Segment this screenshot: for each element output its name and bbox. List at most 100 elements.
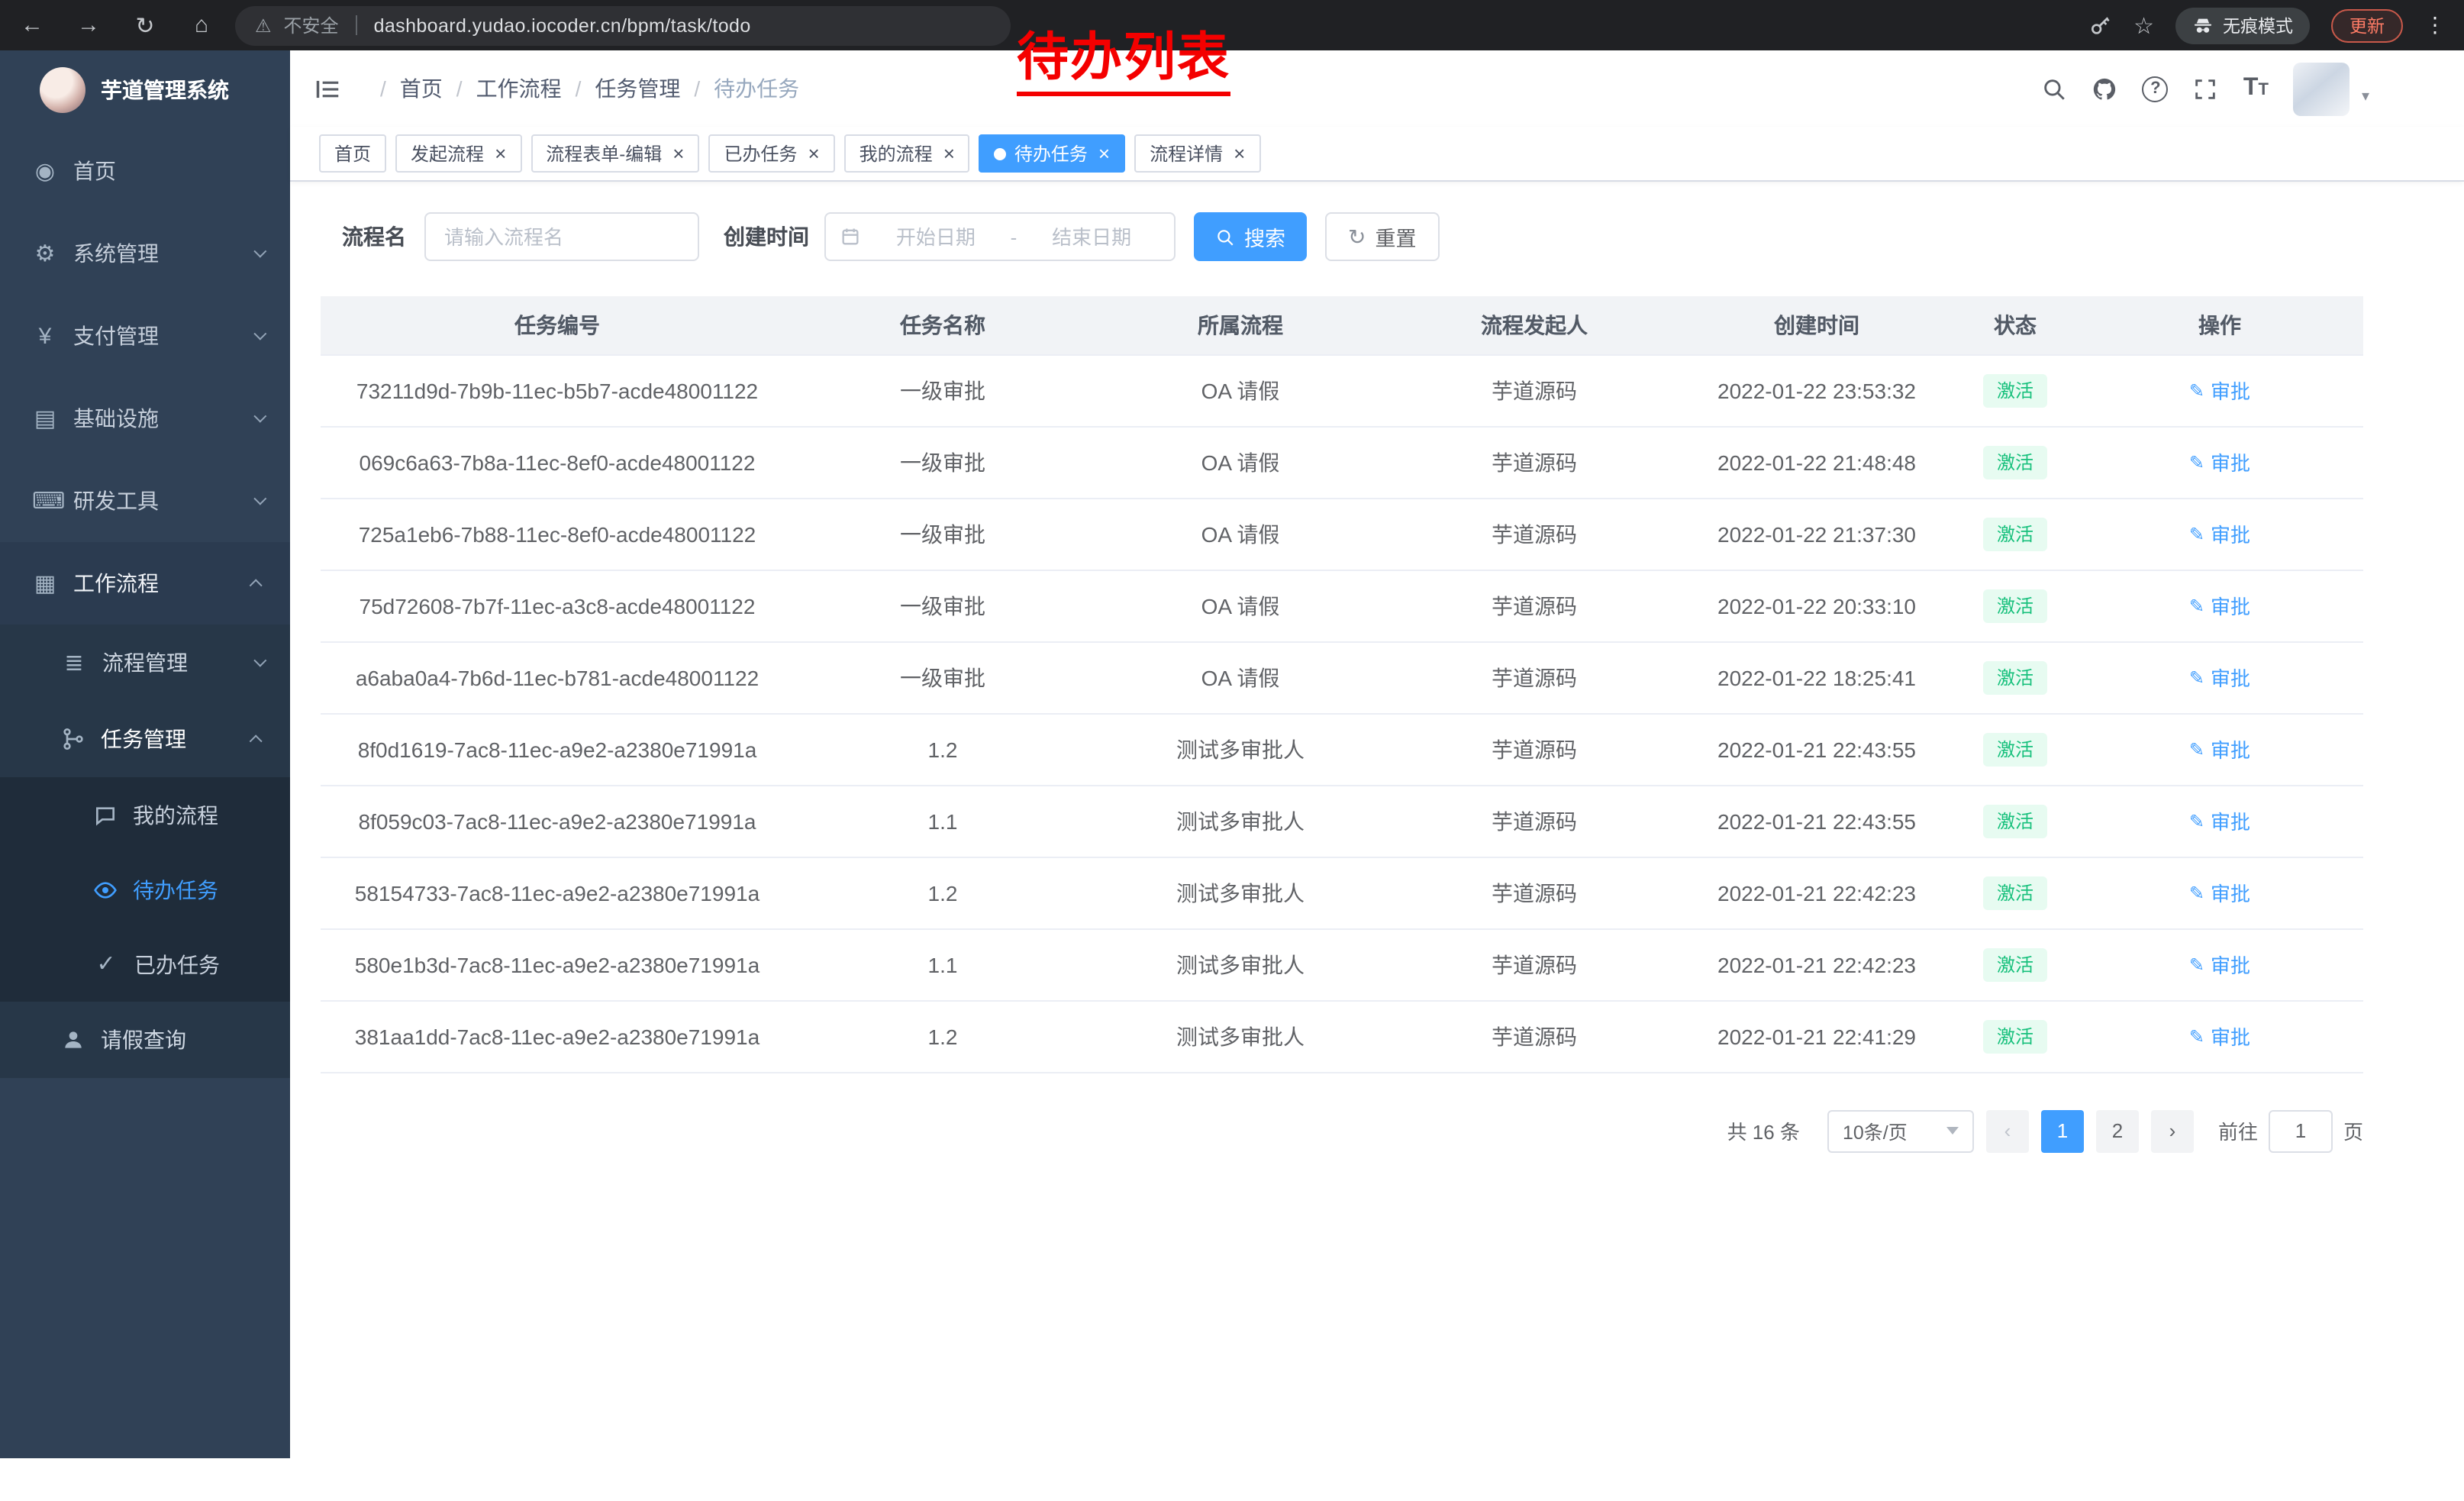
status-badge: 激活 [1983, 732, 2047, 766]
breadcrumb-label[interactable]: 首页 [400, 73, 443, 104]
cell-process: 测试多审批人 [1092, 713, 1389, 785]
browser-menu-icon[interactable]: ⋮ [2424, 12, 2446, 38]
table-row: 8f059c03-7ac8-11ec-a9e2-a2380e71991a 1.1… [321, 785, 2363, 857]
page-size-select[interactable]: 10条/页 [1827, 1109, 1974, 1152]
address-bar[interactable]: ⚠ 不安全 dashboard.yudao.iocoder.cn/bpm/tas… [235, 5, 1011, 45]
tab-close-icon[interactable]: × [1234, 144, 1245, 163]
user-avatar[interactable] [2293, 62, 2350, 115]
page-number-button[interactable]: 1 [2041, 1109, 2084, 1152]
cell-process: OA 请假 [1092, 570, 1389, 641]
back-icon[interactable]: ← [18, 12, 46, 38]
pen-icon: ✎ [2189, 1027, 2204, 1045]
tab-close-icon[interactable]: × [495, 144, 506, 163]
approve-link[interactable]: ✎ 审批 [2189, 878, 2250, 907]
next-page-button[interactable]: › [2151, 1109, 2194, 1152]
tab[interactable]: 发起流程 × [395, 134, 521, 173]
cell-task-name: 一级审批 [794, 498, 1092, 570]
sidebar-item-label: 系统管理 [73, 238, 159, 269]
top-header: / 首页 / 工作流程 / 任务管理 [290, 50, 2464, 127]
approve-link[interactable]: ✎ 审批 [2189, 950, 2250, 979]
app-root: 芋道管理系统 ◉ 首页 ⚙ 系统管理 ¥ 支付管理 ▤ [0, 50, 2464, 1501]
tab[interactable]: 已办任务 × [708, 134, 834, 173]
help-icon[interactable]: ? [2143, 76, 2169, 102]
app-logo-avatar [40, 67, 85, 113]
sidebar-item-home[interactable]: ◉ 首页 [0, 130, 290, 212]
breadcrumb-label[interactable]: 待办任务 [714, 73, 799, 104]
sidebar-item-task-mgmt[interactable]: 任务管理 [0, 701, 290, 777]
sidebar-item-process-mgmt[interactable]: ≣ 流程管理 [0, 625, 290, 701]
sidebar-item-infrastructure[interactable]: ▤ 基础设施 [0, 377, 290, 460]
tab-close-icon[interactable]: × [808, 144, 819, 163]
tabs-bar: 首页 × 发起流程 × 流程表单-编辑 × [290, 127, 2464, 182]
update-button[interactable]: 更新 [2331, 8, 2403, 42]
process-name-input[interactable] [424, 212, 699, 261]
sidebar-item-label: 工作流程 [73, 568, 159, 599]
tab[interactable]: 我的流程 × [844, 134, 970, 173]
reset-button[interactable]: ↻ 重置 [1325, 212, 1439, 261]
fullscreen-icon[interactable] [2193, 76, 2219, 102]
forward-icon[interactable]: → [75, 12, 102, 38]
chevron-down-icon [253, 654, 266, 667]
workflow-submenu: ≣ 流程管理 任务管理 我的流程 [0, 625, 290, 1078]
search-icon[interactable] [2042, 76, 2068, 102]
sidebar-item-system[interactable]: ⚙ 系统管理 [0, 212, 290, 295]
approve-link[interactable]: ✎ 审批 [2189, 663, 2250, 692]
approve-link[interactable]: ✎ 审批 [2189, 734, 2250, 763]
prev-page-button[interactable]: ‹ [1986, 1109, 2029, 1152]
approve-link[interactable]: ✎ 审批 [2189, 1022, 2250, 1051]
cell-created: 2022-01-21 22:43:55 [1679, 785, 1954, 857]
sidebar-item-my-process[interactable]: 我的流程 [0, 777, 290, 852]
tab-close-icon[interactable]: × [1098, 144, 1110, 163]
sidebar-item-leave-query[interactable]: 请假查询 [0, 1002, 290, 1078]
sidebar-item-workflow[interactable]: ▦ 工作流程 [0, 542, 290, 625]
security-label: 不安全 [284, 12, 339, 38]
page-content: 流程名 创建时间 - 搜索 ↻ 重置 [290, 182, 2464, 1152]
address-divider [356, 15, 357, 35]
breadcrumb-separator: / [694, 76, 700, 101]
cell-process: OA 请假 [1092, 426, 1389, 498]
sidebar-fold-icon[interactable] [313, 74, 342, 103]
breadcrumb-label[interactable]: 工作流程 [476, 73, 562, 104]
tab[interactable]: 流程详情 × [1134, 134, 1260, 173]
sidebar-item-todo-tasks[interactable]: 待办任务 [0, 852, 290, 927]
sidebar-item-done-tasks[interactable]: ✓ 已办任务 [0, 927, 290, 1002]
cell-action: ✎ 审批 [2076, 785, 2363, 857]
tab-close-icon[interactable]: × [672, 144, 684, 163]
cell-process: 测试多审批人 [1092, 1000, 1389, 1072]
chevron-down-icon [253, 328, 266, 341]
tab[interactable]: 首页 × [319, 134, 386, 173]
sidebar-item-payment[interactable]: ¥ 支付管理 [0, 295, 290, 377]
tab[interactable]: 待办任务 × [979, 134, 1125, 173]
start-date-input[interactable] [867, 225, 1005, 248]
tab[interactable]: 流程表单-编辑 × [531, 134, 699, 173]
sidebar-item-devtools[interactable]: ⌨ 研发工具 [0, 460, 290, 542]
reload-icon[interactable]: ↻ [131, 11, 159, 39]
approve-link[interactable]: ✎ 审批 [2189, 376, 2250, 405]
page-number-button[interactable]: 2 [2096, 1109, 2139, 1152]
column-header: 状态 [1954, 296, 2076, 354]
home-icon[interactable]: ⌂ [188, 12, 215, 38]
sidebar-item-label: 请假查询 [101, 1025, 186, 1055]
font-size-icon[interactable]: T T [2243, 76, 2269, 101]
goto-page-input[interactable] [2269, 1109, 2333, 1152]
approve-link[interactable]: ✎ 审批 [2189, 447, 2250, 476]
approve-link[interactable]: ✎ 审批 [2189, 806, 2250, 835]
approve-link[interactable]: ✎ 审批 [2189, 519, 2250, 548]
tab-close-icon[interactable]: × [943, 144, 955, 163]
breadcrumb-label[interactable]: 任务管理 [595, 73, 680, 104]
bookmark-star-icon[interactable]: ☆ [2133, 11, 2154, 39]
table-row: 069c6a63-7b8a-11ec-8ef0-acde48001122 一级审… [321, 426, 2363, 498]
search-button[interactable]: 搜索 [1194, 212, 1307, 261]
table-row: 58154733-7ac8-11ec-a9e2-a2380e71991a 1.2… [321, 857, 2363, 928]
process-name-label: 流程名 [342, 221, 406, 252]
sidebar-item-label: 流程管理 [102, 647, 188, 678]
cell-task-name: 1.2 [794, 857, 1092, 928]
end-date-input[interactable] [1023, 225, 1160, 248]
approve-link[interactable]: ✎ 审批 [2189, 591, 2250, 620]
avatar-caret-icon[interactable]: ▾ [2362, 88, 2369, 105]
sidebar-item-label: 已办任务 [134, 949, 220, 980]
date-range-picker[interactable]: - [824, 212, 1176, 261]
key-icon[interactable] [2088, 13, 2112, 37]
chevron-up-icon [250, 734, 263, 747]
github-icon[interactable] [2092, 76, 2118, 102]
